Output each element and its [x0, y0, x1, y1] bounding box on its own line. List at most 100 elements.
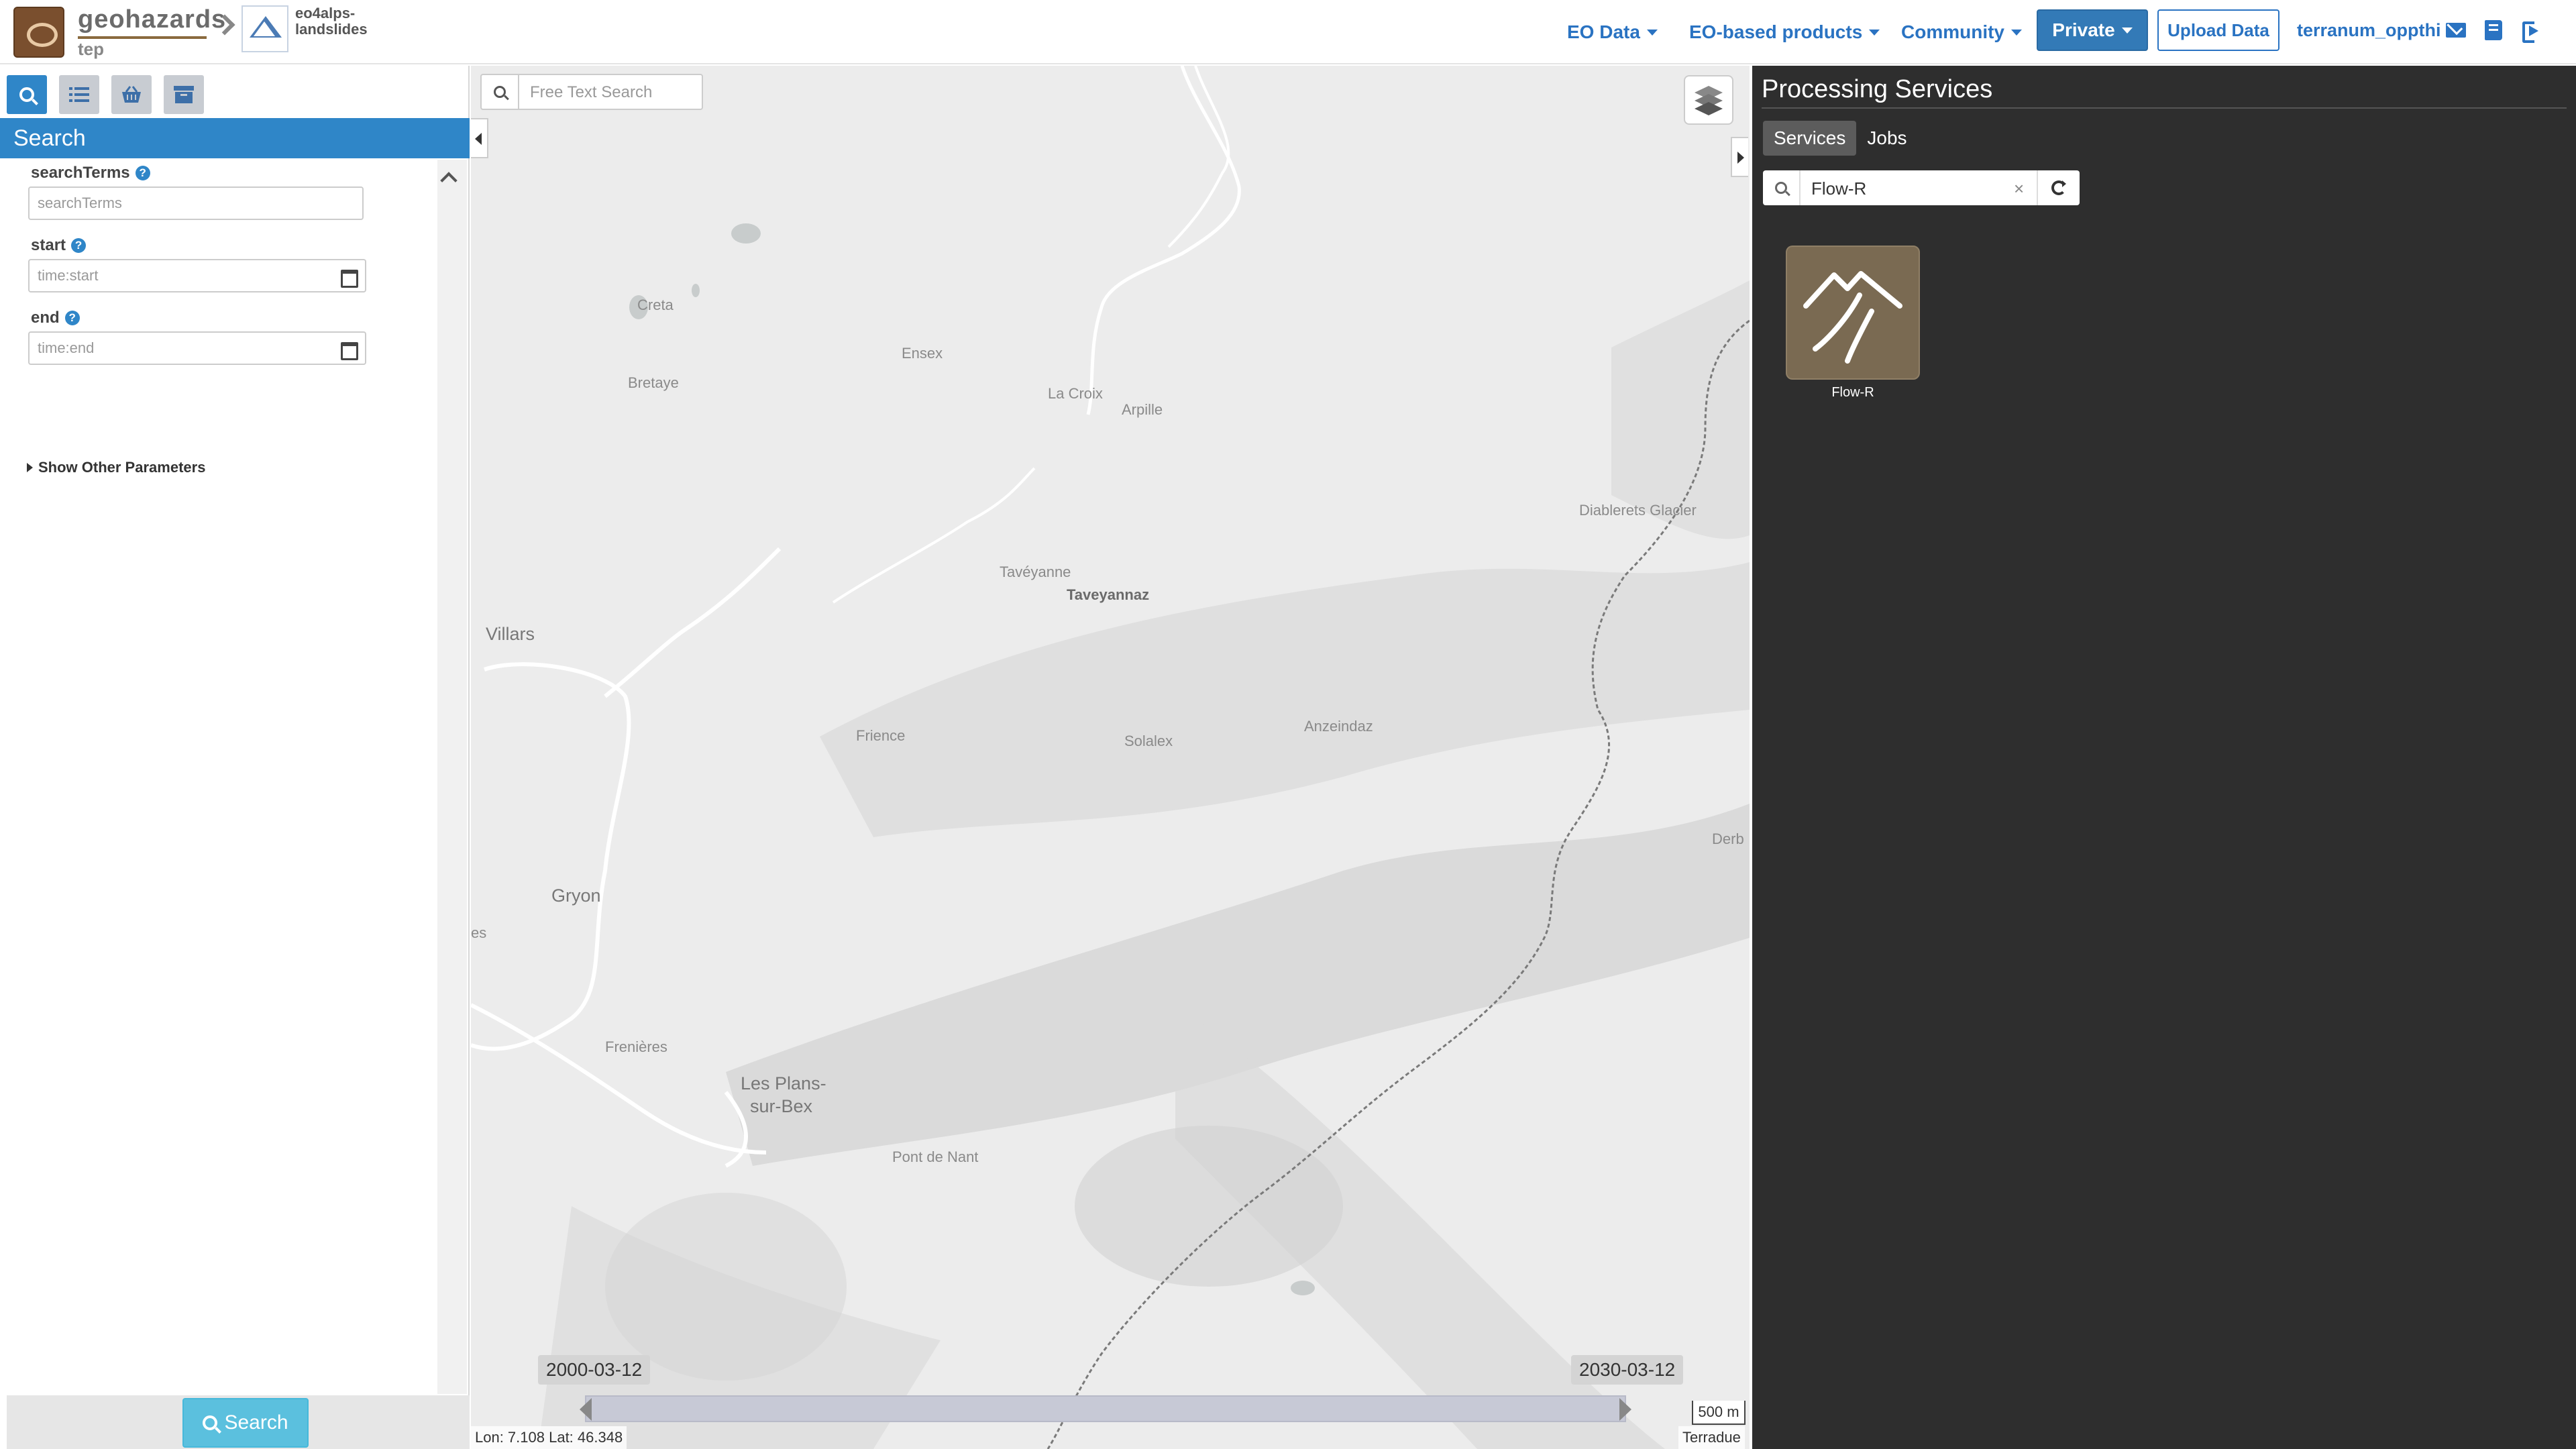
map-label: Arpille — [1122, 401, 1163, 418]
show-other-parameters-link[interactable]: Show Other Parameters — [27, 459, 205, 476]
username-link[interactable]: terranum_oppthi — [2297, 20, 2441, 41]
help-icon[interactable]: ? — [64, 311, 80, 325]
refresh-icon — [2051, 180, 2066, 195]
private-dropdown-button[interactable]: Private — [2037, 9, 2148, 51]
service-search-value[interactable]: Flow-R — [1811, 178, 1866, 199]
map-label: Frience — [856, 727, 906, 744]
service-name[interactable]: Flow-R — [1786, 385, 1920, 400]
search-footer: Search — [7, 1395, 470, 1449]
tab-basket[interactable] — [111, 75, 152, 114]
map-label: es — [471, 924, 487, 941]
map-attribution[interactable]: Terradue — [1678, 1426, 1745, 1449]
end-label-text: end — [31, 309, 60, 327]
nav-eo-data-label: EO Data — [1567, 21, 1640, 42]
map-label: Pont de Nant — [892, 1148, 979, 1165]
processing-tabs: Services Jobs — [1763, 121, 1918, 156]
map-label: Solalex — [1124, 733, 1173, 749]
processing-services-title: Processing Services — [1762, 75, 1993, 103]
brand-name[interactable]: geohazards — [78, 5, 226, 34]
show-other-parameters-label: Show Other Parameters — [38, 459, 206, 476]
map-label: Creta — [637, 297, 674, 313]
layers-icon[interactable] — [1684, 75, 1733, 125]
search-icon — [7, 75, 47, 114]
parameters-scrollbar[interactable] — [437, 160, 467, 1394]
timeline-end-date: 2030-03-12 — [1571, 1355, 1684, 1385]
geohazards-logo-icon[interactable] — [13, 7, 64, 58]
calendar-icon[interactable] — [329, 259, 366, 292]
map-label: Frenières — [605, 1038, 667, 1055]
community-name[interactable]: eo4alps-landslides — [295, 5, 396, 38]
left-panel-tabs — [7, 75, 204, 114]
caret-down-icon — [1869, 29, 1880, 36]
search-terms-input[interactable]: searchTerms — [28, 186, 364, 220]
mountain-icon — [1803, 271, 1902, 364]
search-icon — [482, 75, 519, 109]
service-search-field[interactable]: Flow-R × — [1763, 170, 2080, 205]
map-label: Diablerets Glacier — [1579, 502, 1697, 519]
scale-bar: 500 m — [1692, 1401, 1746, 1425]
search-terms-label: searchTerms ? — [31, 164, 150, 182]
tab-search[interactable] — [7, 75, 47, 114]
map-label: Les Plans- — [741, 1073, 826, 1093]
community-logo-icon[interactable] — [241, 5, 288, 52]
nav-community-label: Community — [1901, 21, 2004, 42]
refresh-button[interactable] — [2037, 170, 2080, 205]
caret-down-icon — [2121, 27, 2133, 34]
free-text-search-placeholder: Free Text Search — [530, 83, 653, 101]
terrain-basemap — [471, 66, 1750, 1449]
caret-right-icon — [27, 463, 33, 472]
book-icon[interactable] — [2485, 20, 2502, 40]
basket-icon — [111, 75, 152, 114]
calendar-icon[interactable] — [329, 331, 366, 365]
processing-services-panel: Processing Services Services Jobs Flow-R… — [1752, 66, 2576, 1449]
list-icon — [59, 75, 99, 114]
start-label-text: start — [31, 236, 66, 254]
service-card-flow-r[interactable] — [1786, 246, 1920, 380]
map-label: sur-Bex — [750, 1096, 813, 1116]
caret-down-icon — [1646, 29, 1658, 36]
envelope-icon[interactable] — [2446, 23, 2466, 38]
start-date-input[interactable]: time:start — [28, 259, 330, 292]
nav-community[interactable]: Community — [1901, 0, 2022, 64]
caret-down-icon — [2011, 29, 2022, 36]
free-text-search-field[interactable]: Free Text Search — [480, 74, 703, 110]
tab-jobs[interactable]: Jobs — [1856, 121, 1917, 156]
nav-eo-data[interactable]: EO Data — [1567, 0, 1658, 64]
tab-archive[interactable] — [164, 75, 204, 114]
search-button-label: Search — [224, 1411, 288, 1434]
search-icon — [1763, 170, 1801, 205]
map-label: Taveyannaz — [1067, 586, 1150, 603]
search-panel: Search searchTerms ? searchTerms start ?… — [0, 66, 470, 1449]
help-icon[interactable]: ? — [135, 166, 150, 180]
end-date-input[interactable]: time:end — [28, 331, 330, 365]
map-label: Villars — [486, 624, 535, 644]
map-label: Derb — [1712, 830, 1744, 847]
tab-services[interactable]: Services — [1763, 121, 1857, 156]
search-terms-label-text: searchTerms — [31, 164, 130, 182]
chevron-up-icon[interactable] — [437, 166, 458, 186]
private-label: Private — [2052, 19, 2115, 40]
map-label: Ensex — [902, 345, 943, 362]
upload-data-button[interactable]: Upload Data — [2157, 9, 2279, 51]
map-label: Anzeindaz — [1304, 718, 1373, 735]
search-panel-title: Search — [0, 118, 470, 158]
nav-eo-products-label: EO-based products — [1689, 21, 1863, 42]
start-label: start ? — [31, 236, 87, 255]
sign-out-icon[interactable] — [2522, 20, 2541, 43]
cursor-coordinates: Lon: 7.108 Lat: 46.348 — [471, 1426, 627, 1449]
clear-search-icon[interactable]: × — [2014, 178, 2024, 199]
timeline-range-slider[interactable] — [585, 1395, 1626, 1422]
nav-eo-based-products[interactable]: EO-based products — [1689, 0, 1880, 64]
map-label: La Croix — [1048, 385, 1103, 402]
map-view[interactable]: Creta Bretaye Ensex La Croix Arpille Dia… — [471, 66, 1750, 1449]
end-label: end ? — [31, 309, 80, 327]
brand-sub: tep — [78, 39, 104, 59]
tab-list[interactable] — [59, 75, 99, 114]
map-label: Bretaye — [628, 374, 679, 391]
search-button[interactable]: Search — [182, 1398, 309, 1448]
timeline-start-date: 2000-03-12 — [538, 1355, 651, 1385]
archive-icon — [164, 75, 204, 114]
help-icon[interactable]: ? — [71, 238, 87, 253]
collapse-left-panel-icon[interactable] — [471, 118, 488, 158]
collapse-right-panel-icon[interactable] — [1731, 137, 1748, 177]
